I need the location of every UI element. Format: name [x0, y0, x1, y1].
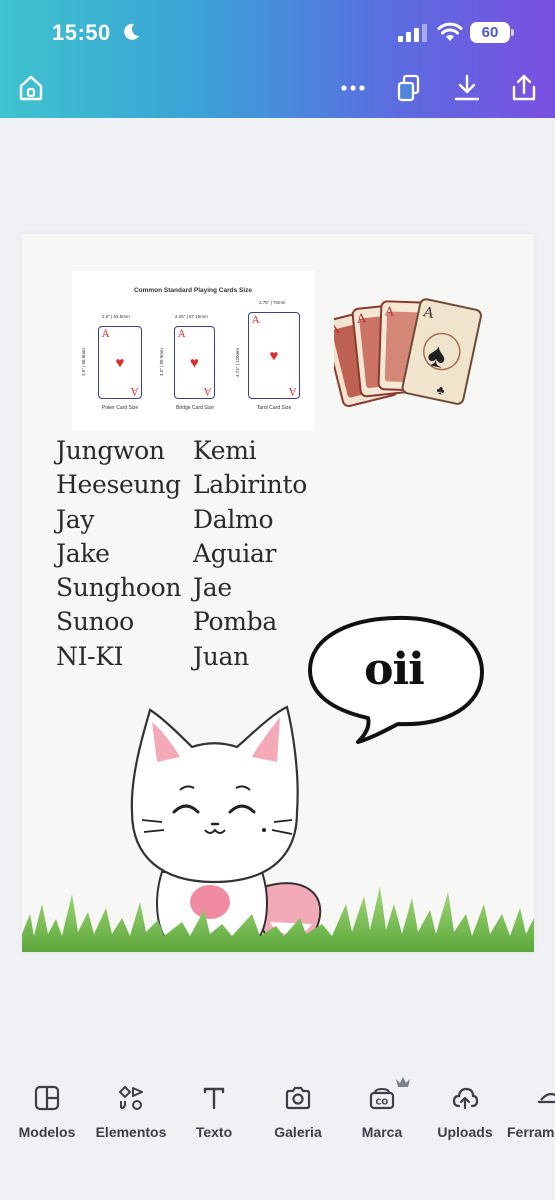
svg-text:A: A [384, 304, 394, 318]
share-icon [512, 74, 536, 101]
moon-icon [124, 23, 139, 40]
bridge-height-label: 3.5" | 88.9mm [159, 348, 164, 376]
nav-marca[interactable]: CO Marca [337, 1084, 427, 1140]
name-item[interactable]: Heeseung [56, 468, 181, 502]
text-icon [203, 1087, 225, 1110]
pages-icon [397, 74, 420, 102]
name-item[interactable]: Juan [193, 640, 307, 674]
brand-icon: CO [369, 1087, 395, 1110]
name-item[interactable]: Dalmo [193, 503, 307, 537]
bridge-size-label: Bridge Card Size [176, 405, 214, 411]
name-item[interactable]: Jae [193, 571, 307, 605]
home-icon [19, 75, 43, 101]
card-rank-a: A [288, 385, 296, 396]
heart-icon: ♥ [269, 347, 279, 364]
speech-bubble-text[interactable]: oii [344, 644, 444, 695]
tarot-height-label: 4.74" | 120mm [235, 347, 240, 377]
home-button[interactable] [15, 72, 47, 104]
heart-icon: ♥ [190, 354, 199, 371]
nav-label: Modelos [18, 1124, 76, 1140]
status-time: 15:50 [52, 20, 111, 45]
names-column-left: Jungwon Heeseung Jay Jake Sunghoon Sunoo… [56, 434, 182, 674]
nav-elementos[interactable]: Elementos [86, 1084, 176, 1140]
grass-image[interactable] [22, 874, 534, 952]
card-rank-a: A [252, 315, 260, 326]
name-item[interactable]: Pomba [193, 605, 307, 639]
heart-icon: ♥ [115, 354, 125, 371]
name-item[interactable]: Jungwon [56, 434, 181, 468]
nav-ferramentas[interactable]: Ferram [503, 1084, 555, 1140]
upload-cloud-icon [452, 1087, 479, 1110]
nav-modelos[interactable]: Modelos [2, 1084, 92, 1140]
name-item[interactable]: Aguiar [193, 537, 307, 571]
card-rank-a: A [203, 385, 211, 396]
elements-icon [118, 1085, 143, 1110]
more-icon [341, 85, 365, 91]
download-icon [454, 74, 480, 101]
app-header: 15:50 60 [0, 0, 555, 118]
name-item[interactable]: Kemi [193, 434, 307, 468]
poker-height-label: 3.5" | 88.9mm [81, 348, 86, 376]
name-item[interactable]: Sunoo [56, 605, 181, 639]
card-rank-a: A [130, 385, 138, 396]
more-button[interactable] [337, 72, 369, 104]
svg-text:CO: CO [376, 1098, 389, 1107]
nav-label: Elementos [95, 1124, 167, 1140]
battery-level: 60 [481, 24, 499, 41]
bridge-width-label: 2.25" | 57.15mm [175, 314, 208, 319]
nav-label: Uploads [437, 1124, 493, 1140]
name-item[interactable]: Jay [56, 503, 181, 537]
poker-size-label: Poker Card Size [101, 405, 139, 411]
nav-label: Texto [195, 1124, 233, 1140]
bottom-navigation: Modelos Elementos Texto Galeria CO Marca [0, 1074, 555, 1200]
nav-label: Ferram [507, 1124, 555, 1140]
tarot-card: A ♥ A [248, 312, 300, 399]
status-bar: 15:50 60 [0, 0, 555, 66]
design-canvas[interactable]: Common Standard Playing Cards Size 2.5" … [22, 234, 534, 952]
svg-text:A: A [355, 311, 366, 326]
card-size-chart-image[interactable]: Common Standard Playing Cards Size 2.5" … [72, 271, 314, 431]
nav-label: Galeria [274, 1124, 322, 1140]
card-rank-a: A [102, 329, 110, 340]
nav-label: Marca [361, 1124, 403, 1140]
playing-cards-fan-image[interactable]: A A A A ♠ ♣ [334, 292, 484, 422]
poker-card: A ♥ A [98, 326, 142, 399]
download-button[interactable] [451, 72, 483, 104]
nav-uploads[interactable]: Uploads [420, 1084, 510, 1140]
battery-tip [511, 29, 514, 36]
names-column-right: Kemi Labirinto Dalmo Aguiar Jae Pomba Ju… [193, 434, 307, 674]
tarot-width-label: 2.75" | 70mm [259, 300, 286, 305]
share-button[interactable] [508, 72, 540, 104]
card-rank-a: A [178, 329, 186, 340]
name-item[interactable]: Labirinto [193, 468, 307, 502]
wifi-icon [437, 22, 463, 41]
name-item[interactable]: NI-KI [56, 640, 181, 674]
name-item[interactable]: Jake [56, 537, 181, 571]
nav-texto[interactable]: Texto [169, 1084, 259, 1140]
tarot-size-label: Tarot Card Size [256, 405, 292, 411]
bridge-card: A ♥ A [174, 326, 215, 399]
tools-icon [537, 1092, 555, 1104]
poker-width-label: 2.5" | 63.5mm [102, 314, 130, 319]
templates-icon [34, 1085, 60, 1111]
name-item[interactable]: Sunghoon [56, 571, 182, 605]
pages-button[interactable] [393, 72, 425, 104]
nav-galeria[interactable]: Galeria [253, 1084, 343, 1140]
camera-icon [285, 1086, 311, 1110]
cellular-signal-icon [398, 24, 427, 42]
battery-indicator: 60 [470, 22, 514, 43]
size-chart-title: Common Standard Playing Cards Size [133, 287, 253, 294]
